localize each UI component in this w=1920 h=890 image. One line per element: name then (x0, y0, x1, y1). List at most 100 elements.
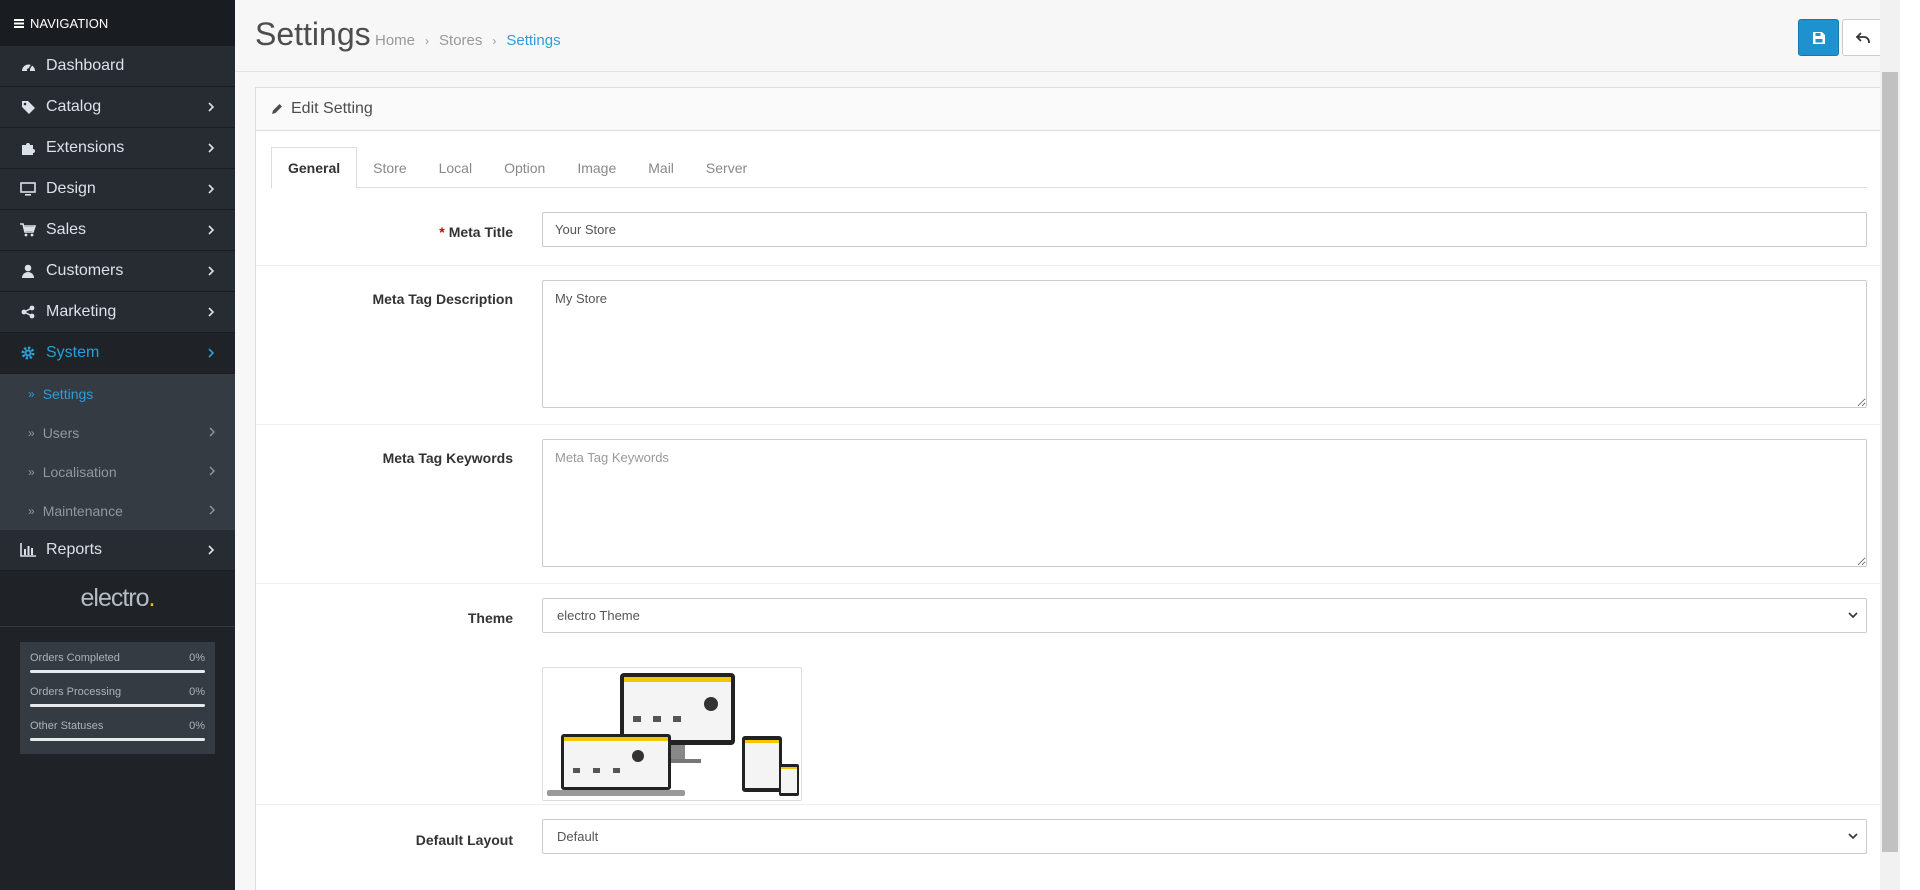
stat-label: Orders Completed (30, 652, 120, 664)
layout-selected-value: Default (557, 829, 599, 844)
sidebar-nav: NAVIGATION Dashboard Catalog Extensions … (0, 0, 235, 890)
sidebar-item-label: Localisation (42, 463, 117, 480)
theme-label: Theme (467, 610, 513, 626)
sidebar-item-label: Settings (42, 385, 94, 402)
page-scrollbar[interactable] (1880, 0, 1900, 890)
tab-store[interactable]: Store (357, 147, 422, 188)
theme-row: Theme electro Theme (256, 584, 1880, 805)
meta-keywords-textarea[interactable] (542, 439, 1867, 567)
page-header: Settings Home › Stores › Settings (235, 0, 1900, 72)
progress-bar (30, 670, 205, 673)
sidebar-item-extensions[interactable]: Extensions (0, 128, 235, 169)
sidebar-item-reports[interactable]: Reports (0, 530, 235, 571)
double-chevron-icon: » (28, 425, 35, 440)
sidebar-item-customers[interactable]: Customers (0, 251, 235, 292)
logo-text: electro (80, 584, 150, 612)
double-chevron-icon: » (28, 503, 35, 518)
tab-option[interactable]: Option (488, 147, 561, 188)
progress-bar (30, 738, 205, 741)
sidebar-item-sales[interactable]: Sales (0, 210, 235, 251)
stat-other-statuses: Other Statuses 0% (30, 720, 205, 754)
sidebar-item-label: Sales (46, 221, 87, 238)
theme-preview-image (542, 667, 802, 801)
sidebar-item-label: Design (46, 180, 96, 197)
theme-selected-value: electro Theme (557, 608, 640, 623)
sidebar-item-users[interactable]: » Users (0, 413, 235, 452)
chevron-right-icon (209, 427, 215, 437)
breadcrumb-separator: › (492, 33, 497, 48)
puzzle-icon (20, 140, 36, 156)
main-content: Settings Home › Stores › Settings Edit S… (235, 0, 1900, 890)
cart-icon (20, 222, 36, 238)
default-layout-row: Default Layout Default (256, 805, 1880, 875)
brand-logo: electro. (0, 571, 235, 627)
nav-header-label: NAVIGATION (30, 15, 109, 31)
scrollbar-thumb[interactable] (1882, 72, 1898, 852)
default-layout-select[interactable]: Default (542, 819, 1867, 854)
meta-keywords-row: Meta Tag Keywords (256, 425, 1880, 584)
label-text: Meta Title (448, 224, 513, 240)
tab-image[interactable]: Image (561, 147, 632, 188)
stat-orders-processing: Orders Processing 0% (30, 686, 205, 720)
progress-bar (30, 704, 205, 707)
floppy-disk-icon (1812, 31, 1825, 44)
tab-server[interactable]: Server (690, 147, 763, 188)
sidebar-item-label: Extensions (46, 139, 125, 156)
sidebar-item-label: Maintenance (42, 502, 123, 519)
dashboard-icon (20, 58, 36, 74)
breadcrumb-stores[interactable]: Stores (439, 32, 482, 49)
sidebar-item-label: Dashboard (46, 57, 125, 74)
sidebar-item-label: Catalog (46, 98, 102, 115)
meta-description-row: Meta Tag Description My Store (256, 266, 1880, 425)
chevron-right-icon (209, 466, 215, 476)
tab-local[interactable]: Local (423, 147, 488, 188)
stat-value: 0% (189, 652, 205, 664)
save-button[interactable] (1798, 19, 1839, 56)
tab-general[interactable]: General (271, 147, 358, 189)
double-chevron-icon: » (28, 464, 35, 479)
logo-dot: . (148, 584, 156, 612)
breadcrumb-settings[interactable]: Settings (506, 32, 560, 49)
bar-chart-icon (20, 542, 36, 558)
sidebar-item-system[interactable]: System (0, 333, 235, 374)
theme-select[interactable]: electro Theme (542, 598, 1867, 633)
pencil-icon (272, 104, 282, 114)
sidebar-item-design[interactable]: Design (0, 169, 235, 210)
menu-icon (14, 16, 24, 31)
stat-value: 0% (189, 720, 205, 732)
meta-description-label: Meta Tag Description (372, 291, 513, 307)
sidebar-item-label: Users (42, 424, 80, 441)
page-title: Settings (255, 16, 371, 52)
sidebar-item-label: Customers (46, 262, 124, 279)
sidebar-item-localisation[interactable]: » Localisation (0, 452, 235, 491)
reply-icon (1855, 31, 1870, 43)
back-button[interactable] (1842, 19, 1883, 56)
meta-keywords-label: Meta Tag Keywords (382, 450, 513, 466)
chevron-down-icon (1848, 612, 1858, 619)
chevron-right-icon (208, 307, 215, 317)
stat-value: 0% (189, 686, 205, 698)
edit-setting-panel: Edit Setting General Store Local Option … (255, 87, 1881, 890)
breadcrumb: Home › Stores › Settings (375, 32, 561, 49)
sidebar-item-label: Marketing (46, 303, 117, 320)
breadcrumb-separator: › (425, 33, 430, 48)
sidebar-item-maintenance[interactable]: » Maintenance (0, 491, 235, 530)
share-icon (20, 304, 36, 320)
chevron-right-icon (208, 102, 215, 112)
sidebar-item-label: Reports (46, 541, 103, 558)
gear-icon (20, 345, 36, 361)
chevron-right-icon (208, 225, 215, 235)
nav-header[interactable]: NAVIGATION (0, 0, 235, 46)
chevron-down-icon (1848, 833, 1858, 840)
chevron-right-icon (209, 505, 215, 515)
meta-description-textarea[interactable]: My Store (542, 280, 1867, 408)
order-stats-panel: Orders Completed 0% Orders Processing 0% O… (20, 642, 215, 754)
meta-title-input[interactable]: Your Store (542, 212, 1867, 247)
sidebar-item-dashboard[interactable]: Dashboard (0, 46, 235, 87)
sidebar-item-catalog[interactable]: Catalog (0, 87, 235, 128)
sidebar-item-settings[interactable]: » Settings (0, 374, 235, 413)
chevron-right-icon (208, 266, 215, 276)
sidebar-item-marketing[interactable]: Marketing (0, 292, 235, 333)
breadcrumb-home[interactable]: Home (375, 32, 415, 49)
tab-mail[interactable]: Mail (632, 147, 690, 188)
